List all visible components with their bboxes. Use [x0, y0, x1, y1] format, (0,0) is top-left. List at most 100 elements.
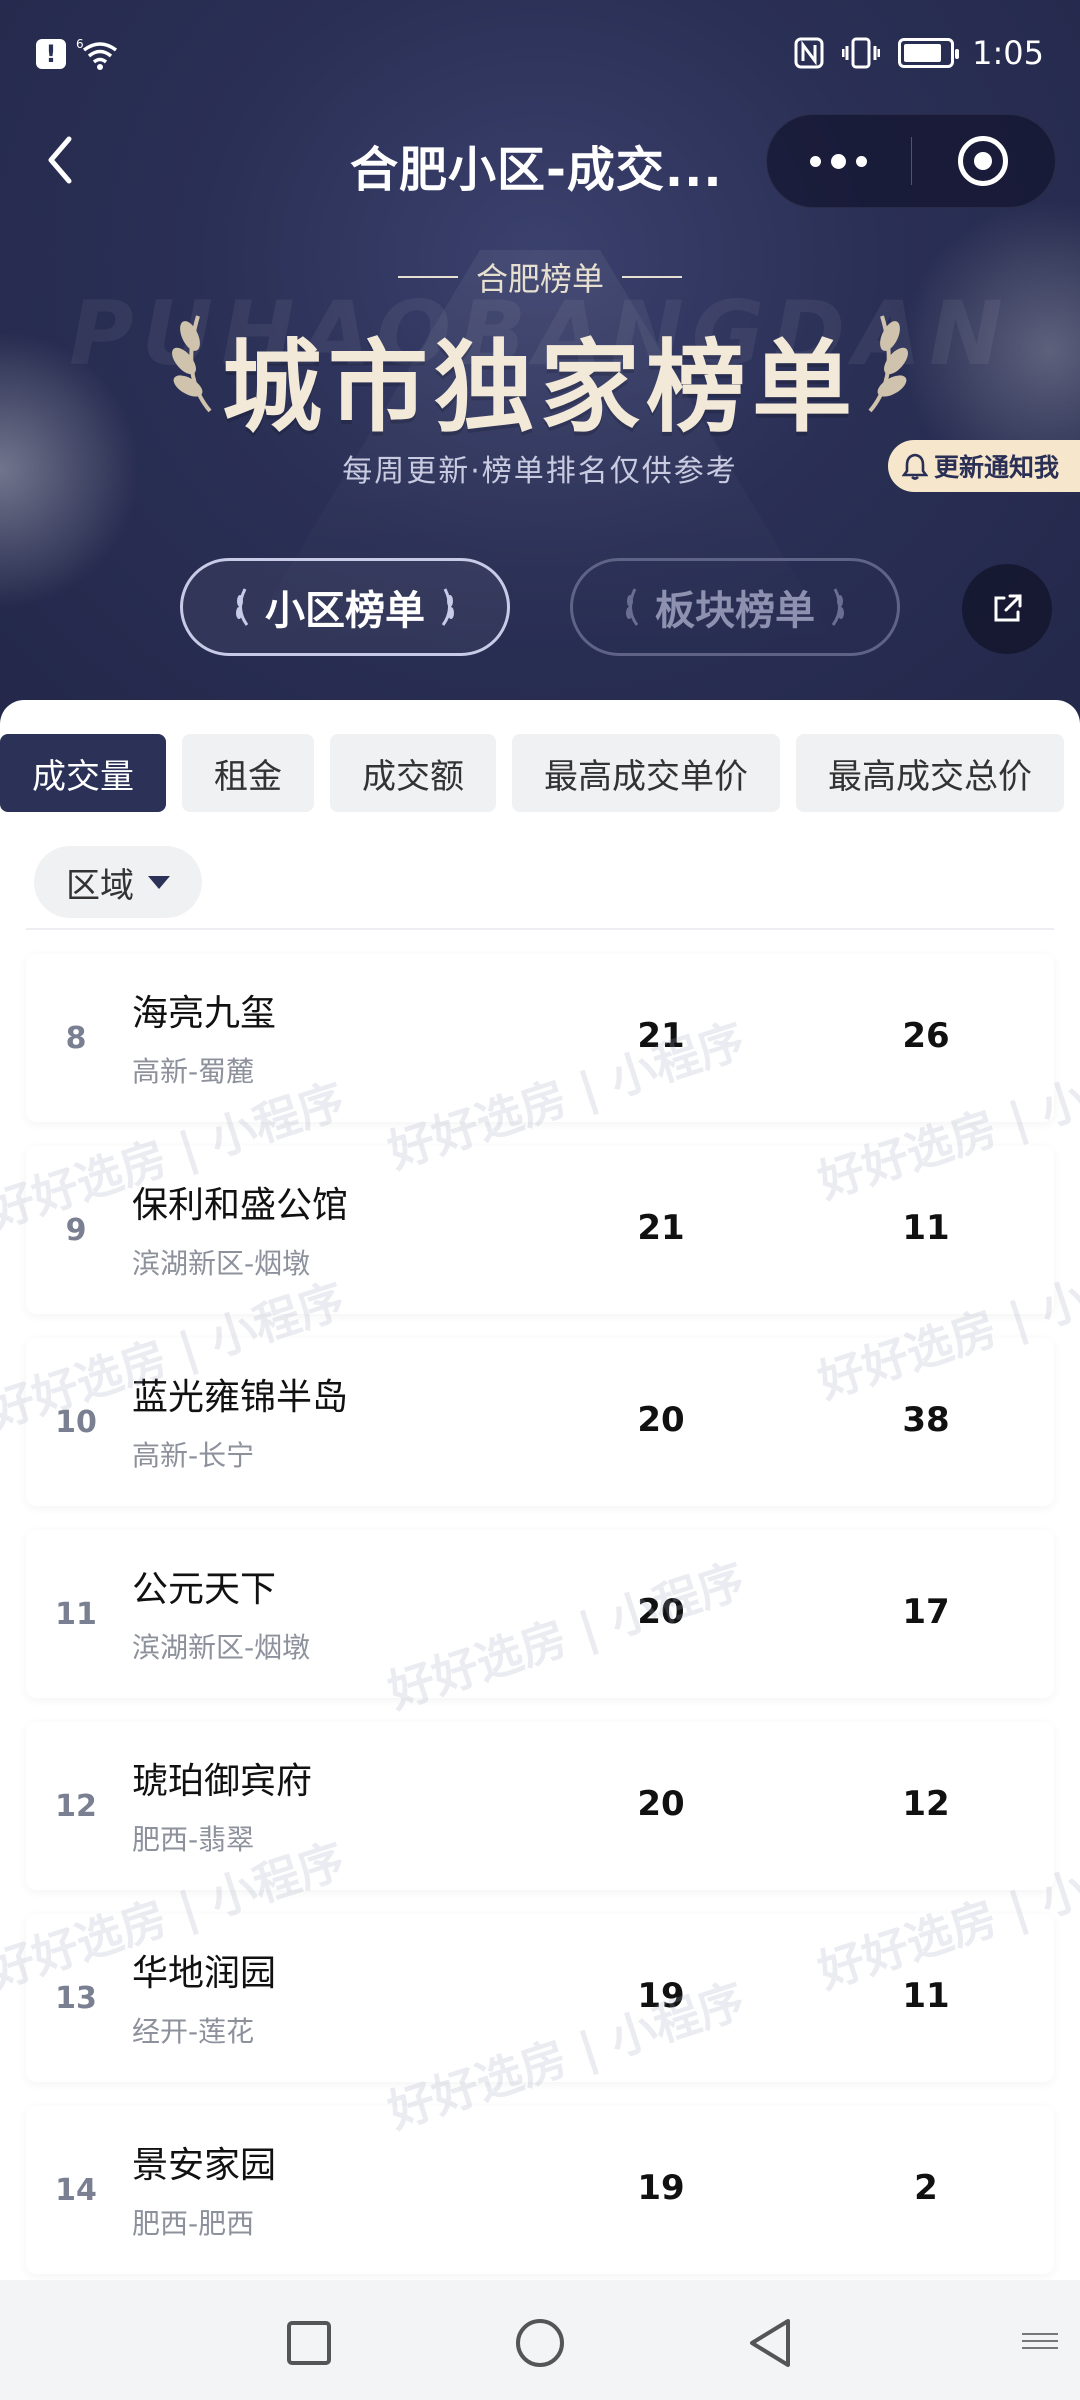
chevron-left-icon: [48, 136, 72, 184]
value-2: 38: [902, 1400, 950, 1440]
status-right: 1:05: [794, 34, 1044, 72]
back-triangle-icon: [750, 2319, 790, 2367]
tab-district-ranking[interactable]: 板块榜单: [570, 558, 900, 656]
value-1: 20: [637, 1592, 685, 1632]
community-name: 琥珀御宾府: [132, 1761, 313, 1802]
community-name: 公元天下: [132, 1569, 277, 1610]
back-button[interactable]: [30, 128, 90, 192]
clock: 1:05: [972, 34, 1044, 72]
list-item[interactable]: 12 琥珀御宾府 肥西-翡翠 20 12: [26, 1722, 1054, 1890]
community-area: 滨湖新区-烟墩: [132, 1631, 311, 1664]
leaf-left-icon: [626, 588, 639, 626]
filter-label: 区域: [66, 865, 134, 906]
value-1: 20: [637, 1784, 685, 1824]
region-filter-dropdown[interactable]: 区域: [34, 846, 202, 918]
community-area: 滨湖新区-烟墩: [132, 1247, 311, 1280]
leaf-right-icon: [831, 588, 844, 626]
close-miniprogram-button[interactable]: [911, 114, 1055, 208]
community-name: 华地润园: [132, 1953, 277, 1994]
rank-number: 13: [55, 1980, 97, 2016]
tab-volume[interactable]: 成交量: [0, 734, 166, 812]
tab-amount[interactable]: 成交额: [330, 734, 496, 812]
community-name: 蓝光雍锦半岛: [132, 1377, 349, 1418]
list-item[interactable]: 9 保利和盛公馆 滨湖新区-烟墩 21 11: [26, 1146, 1054, 1314]
status-left: ! 6: [36, 36, 124, 72]
value-1: 20: [637, 1400, 685, 1440]
value-2: 12: [902, 1784, 950, 1824]
recent-apps-button[interactable]: [274, 2308, 344, 2378]
recent-apps-icon: [287, 2321, 331, 2365]
community-area: 高新-蜀麓: [132, 1055, 255, 1088]
tab-max-total-price[interactable]: 最高成交总价: [796, 734, 1064, 812]
rank-tab-label: 板块榜单: [655, 588, 815, 634]
rank-number: 12: [55, 1788, 97, 1824]
vibrate-icon: [842, 37, 881, 69]
tab-max-unit-price[interactable]: 最高成交单价: [512, 734, 780, 812]
target-dot: [974, 152, 993, 170]
value-2: 11: [902, 1976, 950, 2016]
battery-fill: [904, 44, 942, 62]
community-area: 肥西-肥西: [132, 2207, 255, 2240]
status-bar: ! 6 1:05: [0, 0, 1080, 110]
rank-number: 9: [65, 1212, 87, 1248]
more-dots-icon: [856, 155, 868, 167]
value-1: 21: [637, 1208, 685, 1248]
notify-me-button[interactable]: 更新通知我: [888, 440, 1080, 492]
signal-number: 6: [76, 37, 84, 51]
metric-tabs: 成交量 租金 成交额 最高成交单价 最高成交总价: [0, 734, 1064, 812]
value-2: 26: [902, 1016, 950, 1056]
value-2: 11: [902, 1208, 950, 1248]
community-area: 肥西-翡翠: [132, 1823, 255, 1856]
miniprogram-capsule: [766, 114, 1056, 208]
tab-community-ranking[interactable]: 小区榜单: [180, 558, 510, 656]
list-item[interactable]: 10 蓝光雍锦半岛 高新-长宁 20 38: [26, 1338, 1054, 1506]
system-navigation-bar: [0, 2280, 1080, 2400]
rank-tab-label: 小区榜单: [265, 588, 425, 634]
home-button[interactable]: [505, 2308, 575, 2378]
share-button[interactable]: [962, 564, 1052, 654]
share-icon: [994, 594, 1022, 622]
ranking-list: 8 海亮九玺 高新-蜀麓 21 26 9 保利和盛公馆 滨湖新区-烟墩 21 1…: [26, 954, 1054, 2280]
subtitle-line-right: [622, 276, 682, 278]
more-dots-icon: [831, 153, 847, 169]
wifi-icon: 6: [76, 37, 118, 70]
value-1: 21: [637, 1016, 685, 1056]
nav-bar: 合肥小区-成交...: [0, 110, 1080, 210]
value-1: 19: [637, 2168, 685, 2208]
caret-down-icon: [148, 875, 170, 889]
community-area: 经开-莲花: [132, 2015, 255, 2048]
leaf-right-icon: [441, 588, 454, 626]
list-item[interactable]: 8 海亮九玺 高新-蜀麓 21 26: [26, 954, 1054, 1122]
laurel-right-icon: [868, 315, 908, 413]
menu-lines-icon: [1022, 2333, 1058, 2349]
list-item[interactable]: 14 景安家园 肥西-肥西 19 2: [26, 2106, 1054, 2274]
battery-icon: [898, 38, 960, 68]
hero-banner: ! 6 1:05 合肥小区-成交... 合肥榜单 PUHAOBANGDAN 城市…: [0, 0, 1080, 740]
more-button[interactable]: [767, 114, 911, 208]
rank-number: 10: [55, 1404, 97, 1440]
system-back-button[interactable]: [735, 2308, 805, 2378]
list-item[interactable]: 11 公元天下 滨湖新区-烟墩 20 17: [26, 1530, 1054, 1698]
tab-rent[interactable]: 租金: [182, 734, 314, 812]
list-item[interactable]: 13 华地润园 经开-莲花 19 11: [26, 1914, 1054, 2082]
subtitle-line-left: [397, 276, 458, 278]
target-icon: [958, 136, 1009, 186]
page-title: 合肥小区-成交...: [350, 142, 723, 198]
notify-label: 更新通知我: [934, 453, 1060, 482]
alert-icon: !: [36, 39, 66, 69]
ranking-content: 成交量 租金 成交额 最高成交单价 最高成交总价 区域 8 海亮九玺 高新-蜀麓…: [0, 700, 1080, 2280]
leaf-left-icon: [236, 588, 249, 626]
community-name: 海亮九玺: [132, 993, 277, 1034]
community-area: 高新-长宁: [132, 1439, 255, 1472]
bell-icon: [902, 453, 928, 480]
nfc-icon: [794, 37, 824, 69]
home-icon: [516, 2319, 564, 2367]
value-2: 2: [914, 2168, 938, 2208]
rank-number: 11: [55, 1596, 97, 1632]
value-2: 17: [902, 1592, 950, 1632]
value-1: 19: [637, 1976, 685, 2016]
divider: [26, 928, 1054, 930]
rank-number: 14: [55, 2172, 97, 2208]
community-name: 保利和盛公馆: [132, 1185, 349, 1226]
rank-number: 8: [65, 1020, 87, 1056]
